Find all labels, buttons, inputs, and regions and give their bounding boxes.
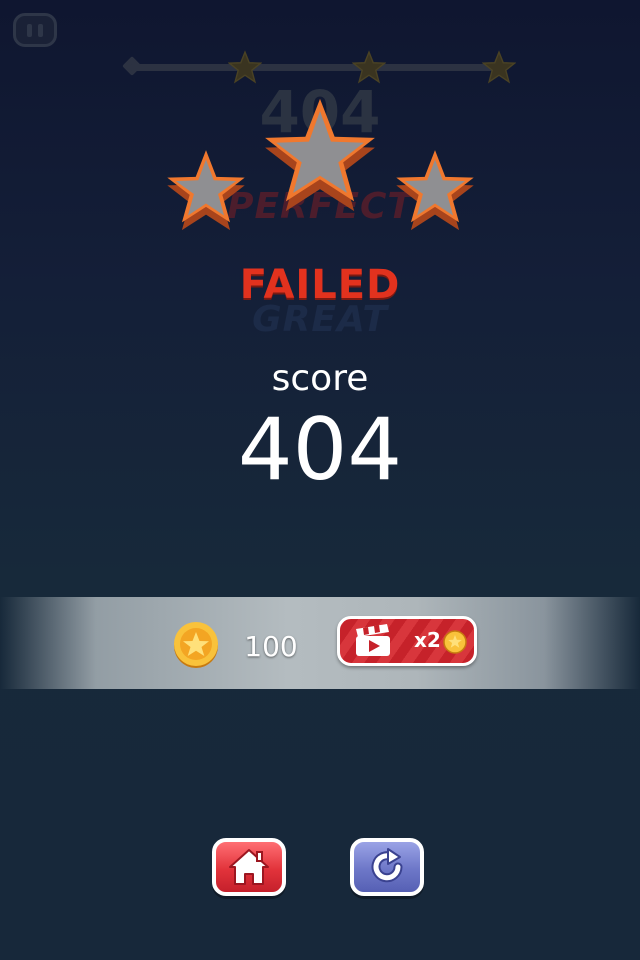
progress-star-icon	[482, 50, 516, 84]
result-star-center-icon	[265, 98, 375, 212]
video-multiplier-text: x2	[414, 628, 441, 652]
home-button[interactable]	[212, 838, 286, 896]
reward-panel	[0, 597, 640, 689]
level-progress-bar	[130, 64, 500, 71]
score-label: score	[271, 358, 369, 399]
restart-button[interactable]	[350, 838, 424, 896]
coin-icon	[443, 630, 467, 654]
watch-video-double-button[interactable]: x2	[337, 616, 477, 666]
result-status-text: FAILED	[239, 262, 401, 308]
pause-button[interactable]	[13, 13, 57, 47]
result-star-left-icon	[167, 150, 245, 231]
coin-icon	[174, 622, 218, 668]
coin-amount: 100	[244, 630, 298, 663]
score-value: 404	[237, 400, 403, 500]
result-star-right-icon	[396, 150, 474, 231]
home-icon	[229, 849, 269, 885]
clapperboard-icon	[356, 624, 390, 656]
restart-icon	[371, 848, 403, 883]
